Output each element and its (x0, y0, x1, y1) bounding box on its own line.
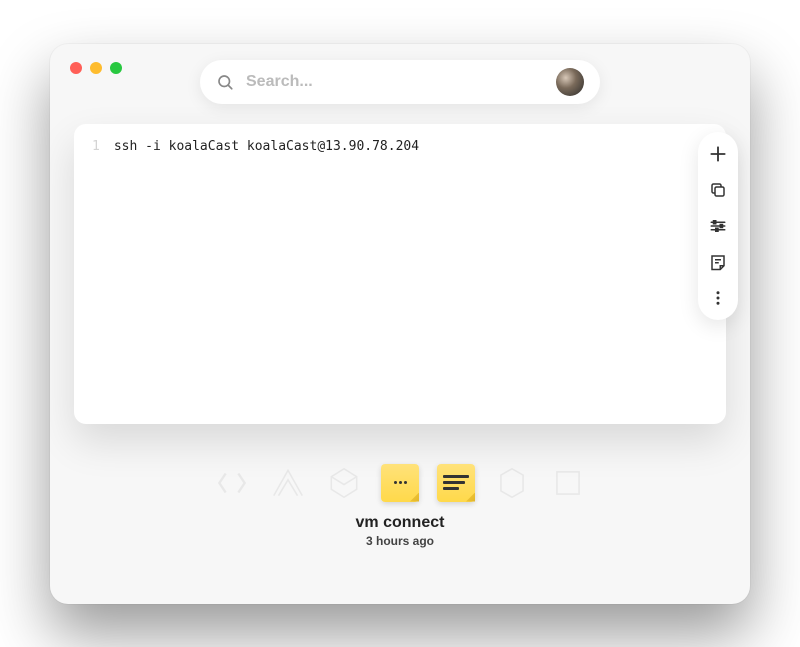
line-number: 1 (92, 138, 100, 156)
search-icon (216, 73, 234, 91)
strip-thumb[interactable] (437, 464, 475, 502)
item-title: vm connect (74, 514, 726, 532)
minimize-button[interactable] (90, 62, 102, 74)
tune-button[interactable] (706, 214, 730, 238)
add-button[interactable] (706, 142, 730, 166)
copy-button[interactable] (706, 178, 730, 202)
copy-icon (709, 181, 727, 199)
add-icon (708, 144, 728, 164)
tune-icon (709, 217, 727, 235)
item-strip (74, 464, 726, 502)
search-bar[interactable] (200, 60, 600, 104)
strip-thumb[interactable] (325, 464, 363, 502)
more-icon (709, 289, 727, 307)
code-text: ssh -i koalaCast koalaCast@13.90.78.204 (114, 138, 419, 156)
sticky-lines-icon (443, 475, 470, 490)
more-button[interactable] (706, 286, 730, 310)
item-meta: vm connect 3 hours ago (74, 514, 726, 548)
main-stage: 1 ssh -i koalaCast koalaCast@13.90.78.20… (50, 104, 750, 604)
note-button[interactable] (706, 250, 730, 274)
strip-thumb[interactable] (549, 464, 587, 502)
code-line: 1 ssh -i koalaCast koalaCast@13.90.78.20… (92, 138, 708, 156)
item-time: 3 hours ago (74, 534, 726, 548)
side-toolbar (698, 132, 738, 320)
sticky-dots-icon (394, 481, 407, 484)
note-icon (709, 253, 727, 271)
window-traffic-lights (70, 62, 122, 74)
strip-thumb-active[interactable] (381, 464, 419, 502)
avatar[interactable] (556, 68, 584, 96)
maximize-button[interactable] (110, 62, 122, 74)
search-input[interactable] (246, 73, 544, 91)
app-window: 1 ssh -i koalaCast koalaCast@13.90.78.20… (50, 44, 750, 604)
strip-thumb[interactable] (493, 464, 531, 502)
snippet-card[interactable]: 1 ssh -i koalaCast koalaCast@13.90.78.20… (74, 124, 726, 424)
strip-thumb[interactable] (269, 464, 307, 502)
close-button[interactable] (70, 62, 82, 74)
strip-thumb[interactable] (213, 464, 251, 502)
